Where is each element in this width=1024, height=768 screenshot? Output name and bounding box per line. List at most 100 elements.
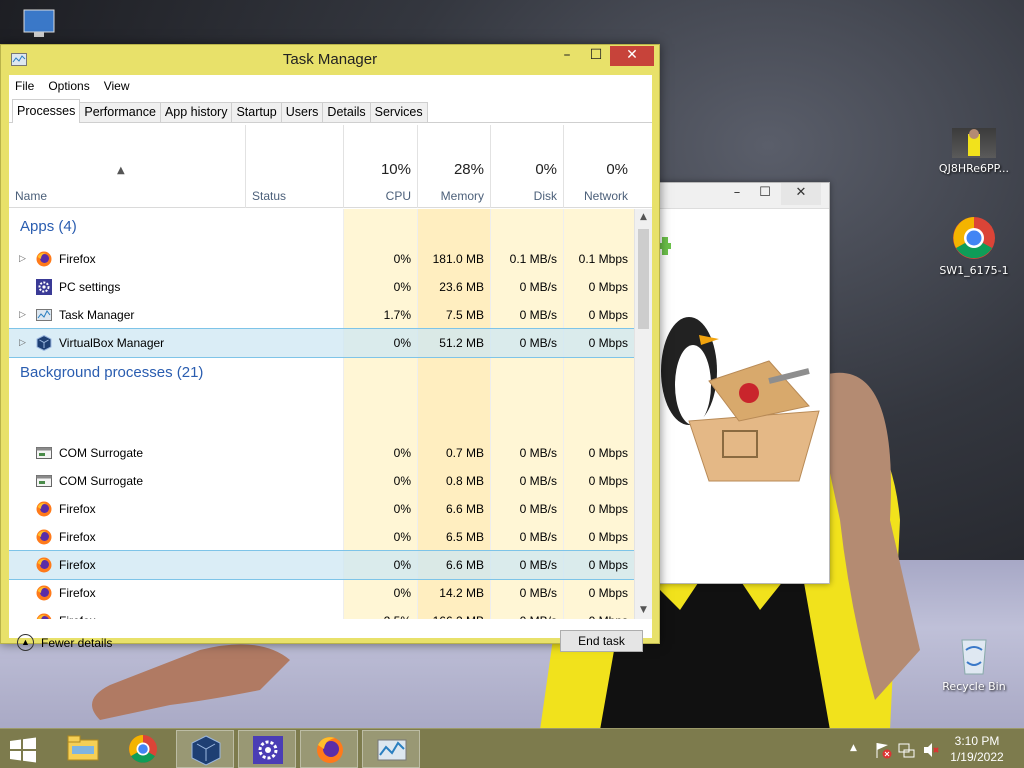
action-center-flag-icon[interactable] [874, 741, 892, 759]
tab-performance[interactable]: Performance [79, 102, 161, 122]
column-status[interactable]: Status [245, 125, 343, 208]
column-network[interactable]: 0% Network [563, 125, 634, 208]
process-disk: 0 MB/s [519, 558, 557, 572]
maximize-icon[interactable]: ☐ [582, 46, 610, 66]
com-surrogate-icon [36, 445, 52, 461]
column-disk[interactable]: 0% Disk [490, 125, 563, 208]
process-memory: 6.6 MB [445, 558, 484, 572]
task-manager-window[interactable]: Task Manager – ☐ ✕ File Options View Pro… [0, 44, 660, 652]
column-cpu[interactable]: 10% CPU [343, 125, 417, 208]
scroll-up-icon[interactable]: ▲ [635, 209, 652, 226]
process-row[interactable]: ▷ Firefox 0% 181.0 MB 0.1 MB/s 0.1 Mbps [9, 245, 634, 273]
desktop-icon-label: SW1_6175-1 [939, 264, 1009, 277]
firefox-icon [317, 737, 343, 763]
desktop-icon-image-file[interactable]: QJ8HRe6PP... [934, 128, 1014, 175]
process-name: Firefox [59, 502, 96, 516]
menu-options[interactable]: Options [48, 79, 89, 93]
taskbar-file-explorer[interactable] [54, 730, 112, 768]
process-row[interactable]: Firefox2.5%166.2 MB0 MB/s0 Mbps [9, 607, 634, 619]
process-cpu: 0% [393, 558, 411, 572]
process-disk: 0 MB/s [519, 474, 557, 488]
process-cpu: 0% [393, 502, 411, 516]
process-network: 0 Mbps [588, 530, 628, 544]
taskbar-chrome[interactable] [114, 730, 172, 768]
process-disk: 0 MB/s [519, 308, 557, 322]
process-name: Firefox [59, 586, 96, 600]
scrollbar-thumb[interactable] [638, 229, 649, 329]
network-icon[interactable] [898, 741, 916, 759]
taskbar-firefox[interactable] [300, 730, 358, 768]
taskbar-task-manager[interactable] [362, 730, 420, 768]
process-memory: 181.0 MB [432, 252, 484, 266]
process-network: 0 Mbps [588, 336, 628, 350]
virtualbox-icon [191, 735, 221, 766]
process-list[interactable]: Apps (4) Background processes (21) ▷ Fire… [9, 209, 634, 619]
tab-users[interactable]: Users [280, 102, 324, 122]
firefox-icon [36, 585, 52, 601]
process-row[interactable]: Firefox 0% 6.6 MB 0 MB/s 0 Mbps [9, 495, 634, 523]
process-network: 0 Mbps [588, 558, 628, 572]
process-disk: 0 MB/s [519, 446, 557, 460]
scroll-down-icon[interactable]: ▼ [635, 602, 652, 619]
chrome-icon [952, 216, 996, 260]
clock-time: 3:10 PM [954, 734, 1000, 748]
tab-services[interactable]: Services [369, 102, 428, 122]
computer-desktop-icon[interactable] [2, 6, 72, 44]
menu-bar: File Options View [9, 75, 652, 97]
expand-chevron-icon[interactable]: ▷ [19, 309, 26, 320]
taskbar-virtualbox[interactable] [176, 730, 234, 768]
process-row[interactable]: COM Surrogate 0% 0.8 MB 0 MB/s 0 Mbps [9, 467, 634, 495]
tab-details[interactable]: Details [322, 102, 371, 122]
column-memory[interactable]: 28% Memory [417, 125, 490, 208]
windows-start-icon[interactable] [8, 737, 38, 763]
taskbar-pc-settings[interactable] [238, 730, 296, 768]
process-row[interactable]: ▷ Task Manager 1.7% 7.5 MB 0 MB/s 0 Mbps [9, 301, 634, 329]
desktop-icon-recycle-bin[interactable]: Recycle Bin [934, 632, 1014, 693]
close-icon[interactable]: ✕ [781, 183, 821, 205]
process-cpu: 0% [393, 474, 411, 488]
fewer-details-button[interactable]: ▲ Fewer details [17, 634, 112, 651]
process-name: Firefox [59, 252, 96, 266]
process-row[interactable]: Firefox 0% 14.2 MB 0 MB/s 0 Mbps [9, 579, 634, 607]
process-row[interactable]: Firefox 0% 6.5 MB 0 MB/s 0 Mbps [9, 523, 634, 551]
clock[interactable]: 3:10 PM 1/19/2022 [930, 733, 1024, 765]
fewer-details-label: Fewer details [41, 635, 113, 650]
virtualbox-window[interactable]: – ☐ ✕ dd [640, 182, 830, 584]
minimize-icon[interactable]: – [723, 183, 751, 205]
menu-view[interactable]: View [104, 79, 130, 93]
show-hidden-icons-icon[interactable]: ▲ [850, 743, 857, 753]
process-row[interactable]: ▷ VirtualBox Manager 0% 51.2 MB 0 MB/s 0 Mbps [9, 328, 634, 358]
tab-processes[interactable]: Processes [12, 99, 81, 123]
image-thumbnail-icon [952, 128, 996, 158]
vertical-scrollbar[interactable]: ▲ ▼ [634, 209, 652, 619]
settings-gear-icon [253, 736, 283, 764]
task-manager-titlebar[interactable]: Task Manager – ☐ ✕ [1, 45, 659, 75]
process-row[interactable]: COM Surrogate 0% 0.7 MB 0 MB/s 0 Mbps [9, 439, 634, 467]
column-name[interactable]: ▲ Name [9, 125, 245, 208]
process-row[interactable]: PC settings 0% 23.6 MB 0 MB/s 0 Mbps [9, 273, 634, 301]
process-cpu: 0% [393, 586, 411, 600]
virtualbox-titlebar[interactable]: – ☐ ✕ [641, 183, 829, 209]
footer: ▲ Fewer details End task [9, 619, 652, 652]
desktop-icon-label: Recycle Bin [942, 680, 1006, 693]
process-name: Task Manager [59, 308, 135, 322]
process-row[interactable]: Firefox 0% 6.6 MB 0 MB/s 0 Mbps [9, 550, 634, 580]
column-status-label: Status [252, 189, 287, 203]
close-icon[interactable]: ✕ [610, 46, 654, 66]
process-network: 0 Mbps [588, 308, 628, 322]
process-disk: 0.1 MB/s [509, 252, 557, 266]
column-cpu-label: CPU [385, 189, 411, 203]
process-cpu: 0% [393, 252, 411, 266]
desktop-icon-chrome[interactable]: SW1_6175-1 [934, 216, 1014, 277]
tab-startup[interactable]: Startup [231, 102, 282, 122]
menu-file[interactable]: File [15, 79, 34, 93]
end-task-button[interactable]: End task [560, 630, 643, 652]
minimize-icon[interactable]: – [553, 46, 581, 66]
expand-chevron-icon[interactable]: ▷ [19, 253, 26, 264]
maximize-icon[interactable]: ☐ [751, 183, 779, 205]
process-disk: 0 MB/s [519, 530, 557, 544]
add-plus-icon[interactable] [659, 237, 675, 267]
tab-app-history[interactable]: App history [159, 102, 233, 122]
expand-chevron-icon[interactable]: ▷ [19, 337, 26, 348]
process-memory: 0.8 MB [445, 474, 484, 488]
